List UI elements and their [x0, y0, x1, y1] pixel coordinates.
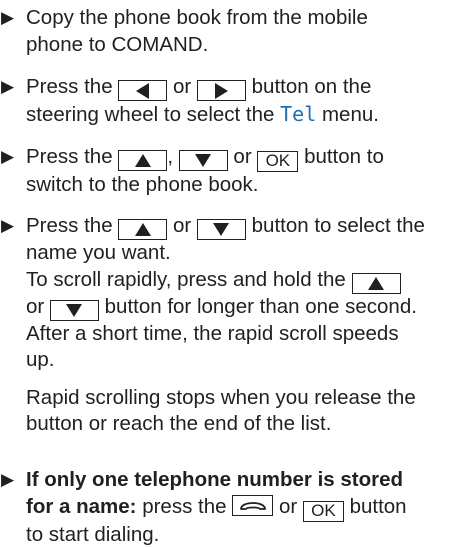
step-4-para1-line-2: or button for longer than one second. [26, 294, 462, 321]
down-arrow-button-icon [213, 223, 230, 237]
ok-button: OK [257, 151, 299, 172]
bullet-arrow: ▶ [1, 216, 15, 235]
step-5-line-3: to start dialing. [26, 522, 160, 546]
step-1-line-2: phone to COMAND. [26, 32, 209, 56]
step-2-line-1: Press the or button on the [26, 74, 462, 101]
up-arrow-button-icon [134, 154, 151, 168]
step-4-para1-line-3: After a short time, the rapid scroll spe… [26, 321, 399, 345]
text: Press the [26, 145, 113, 168]
bullet-arrow: ▶ [1, 147, 15, 166]
bullet-arrow: ▶ [1, 8, 15, 27]
right-arrow-button [196, 80, 246, 101]
down-arrow-button [49, 299, 99, 321]
text: or [26, 294, 45, 318]
ok-button: OK [302, 500, 344, 522]
text: or [173, 214, 192, 237]
text: button for longer than one second. [104, 294, 417, 318]
text: or [173, 75, 192, 98]
step-select-name: ▶ Press the or button to select the name… [0, 213, 462, 438]
step-3-line-2: switch to the phone book. [26, 173, 259, 196]
condition-text: for a name: [26, 494, 137, 518]
tel-menu-name: Tel [280, 102, 317, 126]
text: Press the [26, 75, 113, 98]
bullet-arrow: ▶ [1, 77, 15, 96]
step-4-para2-line-2: button or reach the end of the list. [26, 412, 332, 435]
phone-button [232, 494, 274, 516]
text: button on the [251, 75, 372, 98]
up-arrow-button [118, 150, 168, 171]
step-copy-phone-book: ▶ Copy the phone book from the mobile ph… [0, 5, 462, 58]
down-arrow-button [178, 150, 228, 171]
step-5-line-2: for a name: press the or OK button [26, 494, 462, 522]
down-arrow-button-icon [66, 303, 83, 317]
left-arrow-button-icon [136, 82, 150, 99]
up-arrow-button-icon [368, 276, 385, 290]
step-3-line-1: Press the , or OK button to [26, 144, 462, 172]
step-1-line-1: Copy the phone book from the mobile [26, 6, 368, 29]
step-start-dialing: ▶ If only one telephone number is stored… [0, 467, 462, 548]
text: or [278, 494, 298, 518]
step-4-para1-line-1: To scroll rapidly, press and hold the [26, 267, 462, 294]
step-2-line-2: steering wheel to select the Tel menu. [26, 101, 462, 129]
text: , [167, 145, 174, 168]
text: menu. [321, 103, 379, 126]
down-arrow-button [196, 219, 246, 240]
step-4-para2-line-1: Rapid scrolling stops when you release t… [26, 385, 416, 409]
down-arrow-button-icon [195, 154, 212, 168]
text: button [349, 494, 407, 518]
phone-call-icon [239, 501, 266, 510]
bullet-arrow: ▶ [1, 470, 15, 489]
instruction-page: ▶ Copy the phone book from the mobile ph… [0, 0, 469, 548]
step-4-line-1: Press the or button to select the [26, 213, 462, 240]
left-arrow-button [118, 80, 168, 101]
text: or [233, 145, 252, 168]
step-4-line-2: name you want. [26, 241, 171, 264]
up-arrow-button [351, 272, 401, 294]
step-select-tel-menu: ▶ Press the or button on the steering wh… [0, 74, 462, 129]
text: button to select the [251, 214, 425, 237]
step-4-para1-line-4: up. [26, 348, 55, 371]
text: steering wheel to select the [26, 103, 275, 126]
right-arrow-button-icon [214, 82, 228, 99]
text: button to [304, 145, 384, 168]
step-switch-phone-book: ▶ Press the , or OK button to switch to … [0, 144, 462, 199]
up-arrow-button-icon [134, 223, 151, 237]
text: To scroll rapidly, press and hold the [26, 267, 346, 291]
up-arrow-button [118, 219, 168, 240]
text: press the [142, 494, 227, 518]
step-5-line-1: If only one telephone number is stored [26, 468, 404, 491]
text: Press the [26, 214, 113, 237]
